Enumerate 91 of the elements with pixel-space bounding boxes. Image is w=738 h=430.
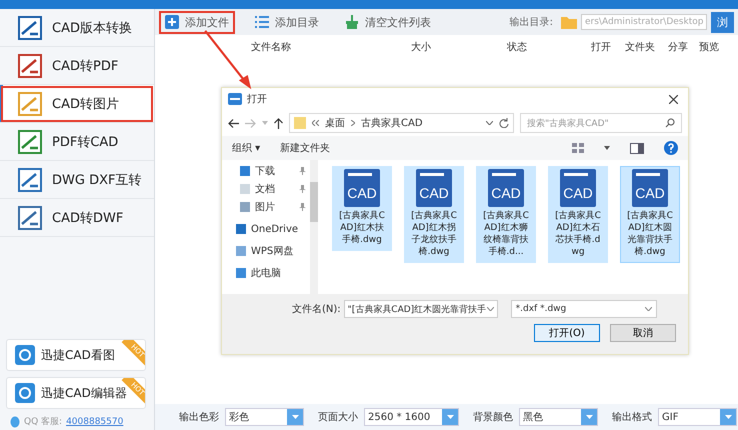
toolbar-button[interactable]: 添加文件 (159, 10, 235, 34)
sidebar-item[interactable]: CAD转图片 (0, 85, 154, 123)
broom-icon (345, 15, 359, 29)
refresh-icon[interactable] (499, 118, 509, 128)
up-arrow-icon[interactable] (274, 118, 283, 128)
document-icon (18, 206, 42, 230)
toolbar-button[interactable]: 添加目录 (249, 10, 325, 34)
column-header: 预览 (699, 41, 719, 54)
file-tile[interactable]: CAD [古典家具CAD]红木拐子龙纹扶手椅.dwg (404, 166, 464, 263)
setting-label: 输出色彩 (179, 410, 219, 424)
window-icon (228, 93, 242, 105)
setting-dropdown[interactable]: 2560 * 1600 (364, 408, 459, 426)
column-header: 文件夹 (625, 40, 655, 54)
setting-label: 页面大小 (318, 410, 358, 424)
app-icon (15, 345, 35, 365)
file-name: [古典家具CAD]红木石芯扶手椅.dwg (554, 210, 602, 258)
view-icon[interactable] (572, 143, 584, 153)
open-button[interactable]: 打开(O) (534, 324, 600, 342)
nav-item[interactable]: 文档 (222, 180, 310, 198)
chevron-down-icon[interactable] (486, 307, 494, 311)
document-icon (18, 54, 42, 78)
promo-label: 迅捷CAD看图 (41, 346, 115, 364)
column-header: 状态 (507, 40, 527, 54)
file-tile[interactable]: CAD [古典家具CAD]红木扶手椅.dwg (332, 166, 392, 251)
cad-file-icon: CAD (344, 169, 380, 207)
dialog-title: 打开 (247, 92, 267, 106)
setting-label: 输出格式 (612, 410, 652, 424)
scrollbar[interactable] (310, 160, 318, 294)
toolbar-button[interactable]: 清空文件列表 (339, 10, 437, 34)
document-icon (18, 168, 42, 192)
breadcrumb[interactable]: 古典家具CAD (361, 116, 423, 130)
pane-icon[interactable] (630, 142, 644, 154)
document-icon (18, 92, 42, 116)
phone-link[interactable]: 4008885570 (66, 416, 124, 426)
nav-item[interactable]: OneDrive (222, 220, 310, 238)
sidebar-item[interactable]: DWG DXF互转 (0, 161, 154, 199)
caret-icon[interactable] (604, 146, 610, 150)
folder-icon (561, 16, 577, 28)
file-type-dropdown[interactable]: *.dxf *.dwg (510, 300, 657, 318)
double-chevron-icon (312, 120, 319, 126)
setting-dropdown[interactable]: 黑色 (519, 408, 598, 426)
sidebar-item[interactable]: CAD版本转换 (0, 9, 154, 47)
column-header: 打开 (591, 40, 611, 54)
file-name: [古典家具CAD]红木圆光靠背扶手椅.dwg (626, 210, 674, 258)
setting-dropdown[interactable]: GIF (658, 408, 737, 426)
cancel-button[interactable]: 取消 (610, 324, 676, 342)
cad-file-icon: CAD (560, 169, 596, 207)
address-bar[interactable]: 桌面 古典家具CAD (289, 113, 514, 133)
list-icon (255, 16, 269, 28)
file-name: [古典家具CAD]红木拐子龙纹扶手椅.dwg (410, 210, 458, 258)
sidebar-item[interactable]: CAD转DWF (0, 199, 154, 237)
filename-field[interactable]: "[古典家具CAD]红木圆光靠背扶手 (344, 300, 498, 318)
file-name: [古典家具CAD]红木扶手椅.dwg (338, 210, 386, 246)
column-header: 分享 (668, 40, 688, 54)
location-icon (236, 268, 246, 278)
plus-icon (165, 15, 179, 29)
document-icon (18, 130, 42, 154)
support-label: QQ 客服: (24, 416, 62, 428)
filename-label: 文件名(N): (292, 302, 341, 316)
cad-file-icon: CAD (488, 169, 524, 207)
nav-item[interactable]: 下载 (222, 162, 310, 180)
breadcrumb[interactable]: 桌面 (325, 116, 345, 130)
help-icon[interactable] (664, 141, 678, 155)
cad-file-icon: CAD (632, 169, 668, 207)
nav-item[interactable]: WPS网盘 (222, 242, 310, 260)
new-folder-button[interactable]: 新建文件夹 (280, 141, 330, 155)
chevron-icon (351, 120, 355, 126)
output-label: 输出目录: (510, 16, 553, 29)
cad-file-icon: CAD (416, 169, 452, 207)
file-tile[interactable]: CAD [古典家具CAD]红木狮纹椅靠背扶手椅.d... (476, 166, 536, 263)
folder-icon (294, 117, 306, 129)
setting-label: 背景颜色 (473, 410, 513, 424)
location-icon (236, 224, 246, 234)
location-icon (236, 246, 246, 256)
search-icon (665, 118, 675, 128)
back-arrow-icon[interactable] (228, 118, 239, 128)
nav-item[interactable]: 此电脑 (222, 264, 310, 282)
organize-menu[interactable]: 组织 ▾ (232, 141, 260, 155)
setting-dropdown[interactable]: 彩色 (225, 408, 304, 426)
app-icon (15, 383, 35, 403)
nav-item[interactable]: 图片 (222, 198, 310, 216)
chevron-down-icon (644, 307, 652, 311)
file-tile[interactable]: CAD [古典家具CAD]红木石芯扶手椅.dwg (548, 166, 608, 263)
chevron-down-icon[interactable] (486, 121, 493, 125)
column-header: 大小 (411, 40, 431, 54)
column-header: 文件名称 (251, 40, 291, 54)
sidebar-item[interactable]: PDF转CAD (0, 123, 154, 161)
browse-button[interactable]: 浏 (711, 12, 734, 32)
document-icon (18, 16, 42, 40)
file-name: [古典家具CAD]红木狮纹椅靠背扶手椅.d... (482, 210, 530, 258)
file-tile[interactable]: CAD [古典家具CAD]红木圆光靠背扶手椅.dwg (620, 166, 680, 263)
